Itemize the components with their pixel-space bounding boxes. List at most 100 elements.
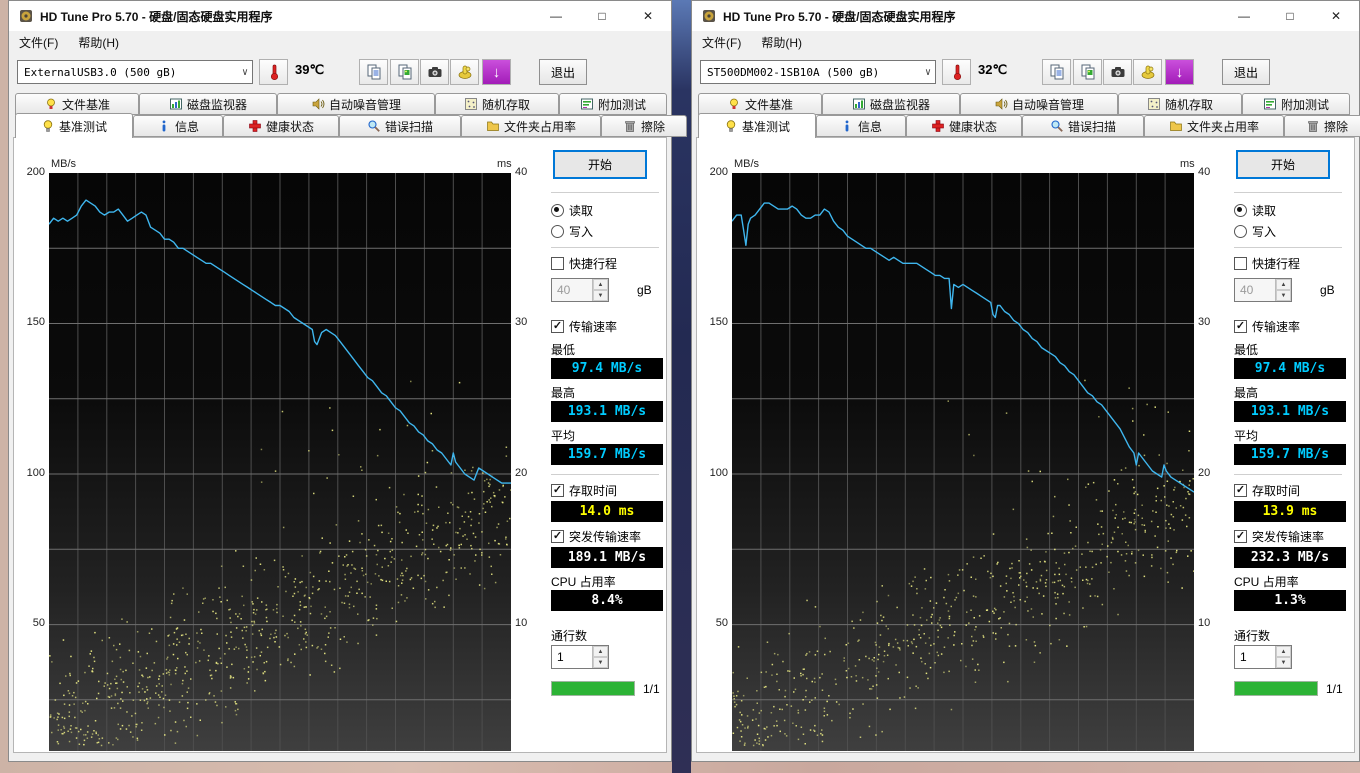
- tab-info[interactable]: 信息: [133, 115, 223, 137]
- read-radio[interactable]: 读取: [1234, 202, 1276, 219]
- tab-file-benchmark[interactable]: 文件基准: [15, 93, 139, 115]
- tab-disk-monitor[interactable]: 磁盘监视器: [139, 93, 277, 115]
- tab-extra-tests[interactable]: 附加测试: [559, 93, 667, 115]
- spinner-up-icon[interactable]: ▲: [1276, 279, 1291, 290]
- copy-image-button[interactable]: [1073, 59, 1102, 85]
- maximize-button[interactable]: □: [579, 1, 625, 31]
- separator: [551, 474, 659, 475]
- ytick-200: 200: [709, 166, 728, 178]
- spinner-up-icon[interactable]: ▲: [593, 646, 608, 657]
- tab-error-scan[interactable]: 错误扫描: [1022, 115, 1144, 137]
- access-time-value: 14.0 ms: [551, 501, 663, 522]
- tab-health[interactable]: 健康状态: [223, 115, 339, 137]
- minimize-button[interactable]: —: [1221, 1, 1267, 31]
- tab-health[interactable]: 健康状态: [906, 115, 1022, 137]
- start-button[interactable]: 开始: [1236, 150, 1330, 179]
- passes-stepper[interactable]: 1 ▲ ▼: [551, 645, 609, 669]
- drive-selector[interactable]: ExternalUSB3.0 (500 gB) ∨: [17, 60, 253, 84]
- transfer-rate-checkbox[interactable]: ✓ 传输速率: [1234, 318, 1300, 335]
- menu-help[interactable]: 帮助(H): [78, 34, 119, 51]
- health-cross-icon: [249, 120, 261, 132]
- short-stroke-checkbox[interactable]: 快捷行程: [551, 255, 617, 272]
- screenshot-button[interactable]: [1103, 59, 1132, 85]
- exit-button[interactable]: 退出: [1222, 59, 1270, 85]
- tab-random-access[interactable]: 随机存取: [1118, 93, 1242, 115]
- copy-text-button[interactable]: [359, 59, 388, 85]
- burst-rate-checkbox[interactable]: ✓ 突发传输速率: [551, 528, 641, 545]
- close-button[interactable]: ✕: [1313, 1, 1359, 31]
- minimize-button[interactable]: —: [533, 1, 579, 31]
- short-stroke-checkbox[interactable]: 快捷行程: [1234, 255, 1300, 272]
- separator: [551, 192, 659, 193]
- tab-extra-tests[interactable]: 附加测试: [1242, 93, 1350, 115]
- tab-folder-usage[interactable]: 文件夹占用率: [1144, 115, 1284, 137]
- save-results-button[interactable]: ↓: [1165, 59, 1194, 85]
- max-label: 最高: [1234, 386, 1259, 400]
- tab-file-benchmark[interactable]: 文件基准: [698, 93, 822, 115]
- hdtune-window-left: HD Tune Pro 5.70 - 硬盘/固态硬盘实用程序 — □ ✕ 文件(…: [8, 0, 687, 762]
- temperature-button[interactable]: [259, 59, 288, 85]
- menu-help[interactable]: 帮助(H): [761, 34, 802, 51]
- spinner-up-icon[interactable]: ▲: [593, 279, 608, 290]
- download-arrow-icon: ↓: [1175, 63, 1184, 81]
- transfer-rate-checkbox[interactable]: ✓ 传输速率: [551, 318, 617, 335]
- tab-auto-acoustic[interactable]: 自动噪音管理: [277, 93, 435, 115]
- tab-info[interactable]: 信息: [816, 115, 906, 137]
- short-stroke-size-stepper[interactable]: 40 ▲ ▼: [1234, 278, 1292, 302]
- exit-button[interactable]: 退出: [539, 59, 587, 85]
- tab-erase[interactable]: 擦除: [1284, 115, 1360, 137]
- ytick-50: 50: [32, 617, 45, 629]
- spinner-down-icon[interactable]: ▼: [1276, 290, 1291, 301]
- cpu-label: CPU 占用率: [1234, 575, 1299, 589]
- checkbox-checked-icon: ✓: [1234, 530, 1247, 543]
- temperature-button[interactable]: [942, 59, 971, 85]
- short-stroke-size-stepper[interactable]: 40 ▲ ▼: [551, 278, 609, 302]
- avg-label: 平均: [551, 429, 576, 443]
- right-axis-unit: ms: [497, 158, 512, 170]
- tab-folder-usage[interactable]: 文件夹占用率: [461, 115, 601, 137]
- drive-selector[interactable]: ST500DM002-1SB10A (500 gB) ∨: [700, 60, 936, 84]
- donate-button[interactable]: [450, 59, 479, 85]
- hdtune-window-right: HD Tune Pro 5.70 - 硬盘/固态硬盘实用程序 — □ ✕ 文件(…: [691, 0, 1360, 762]
- donate-button[interactable]: [1133, 59, 1162, 85]
- save-results-button[interactable]: ↓: [482, 59, 511, 85]
- menu-bar: 文件(F) 帮助(H): [692, 31, 1359, 53]
- ytick-40ms: 40: [1198, 166, 1211, 178]
- read-radio[interactable]: 读取: [551, 202, 593, 219]
- screenshot-button[interactable]: [420, 59, 449, 85]
- window-title: HD Tune Pro 5.70 - 硬盘/固态硬盘实用程序: [723, 9, 956, 24]
- tab-auto-acoustic[interactable]: 自动噪音管理: [960, 93, 1118, 115]
- close-button[interactable]: ✕: [625, 1, 671, 31]
- maximize-button[interactable]: □: [1267, 1, 1313, 31]
- passes-stepper[interactable]: 1 ▲ ▼: [1234, 645, 1292, 669]
- radio-icon: [1234, 225, 1247, 238]
- menu-file[interactable]: 文件(F): [702, 34, 741, 51]
- tab-disk-monitor[interactable]: 磁盘监视器: [822, 93, 960, 115]
- write-radio[interactable]: 写入: [551, 223, 593, 240]
- drive-selector-value: ST500DM002-1SB10A (500 gB): [707, 65, 880, 79]
- tab-benchmark-active[interactable]: 基准测试: [15, 113, 133, 138]
- checkbox-checked-icon: ✓: [551, 320, 564, 333]
- magnifier-icon: [368, 120, 380, 132]
- spinner-down-icon[interactable]: ▼: [593, 290, 608, 301]
- spinner-up-icon[interactable]: ▲: [1276, 646, 1291, 657]
- spinner-down-icon[interactable]: ▼: [593, 657, 608, 668]
- copy-image-button[interactable]: [390, 59, 419, 85]
- copy-text-button[interactable]: [1042, 59, 1071, 85]
- tab-random-access[interactable]: 随机存取: [435, 93, 559, 115]
- menu-file[interactable]: 文件(F): [19, 34, 58, 51]
- random-access-icon: [1147, 98, 1160, 110]
- access-time-checkbox[interactable]: ✓ 存取时间: [551, 482, 617, 499]
- burst-rate-checkbox[interactable]: ✓ 突发传输速率: [1234, 528, 1324, 545]
- disk-monitor-icon: [169, 98, 182, 110]
- tab-erase[interactable]: 擦除: [601, 115, 687, 137]
- access-time-checkbox[interactable]: ✓ 存取时间: [1234, 482, 1300, 499]
- hand-coins-icon: [458, 65, 471, 79]
- spinner-down-icon[interactable]: ▼: [1276, 657, 1291, 668]
- tab-error-scan[interactable]: 错误扫描: [339, 115, 461, 137]
- write-radio[interactable]: 写入: [1234, 223, 1276, 240]
- tab-benchmark-active[interactable]: 基准测试: [698, 113, 816, 138]
- copy-image-icon: [1081, 64, 1094, 80]
- start-button[interactable]: 开始: [553, 150, 647, 179]
- magnifier-icon: [1051, 120, 1063, 132]
